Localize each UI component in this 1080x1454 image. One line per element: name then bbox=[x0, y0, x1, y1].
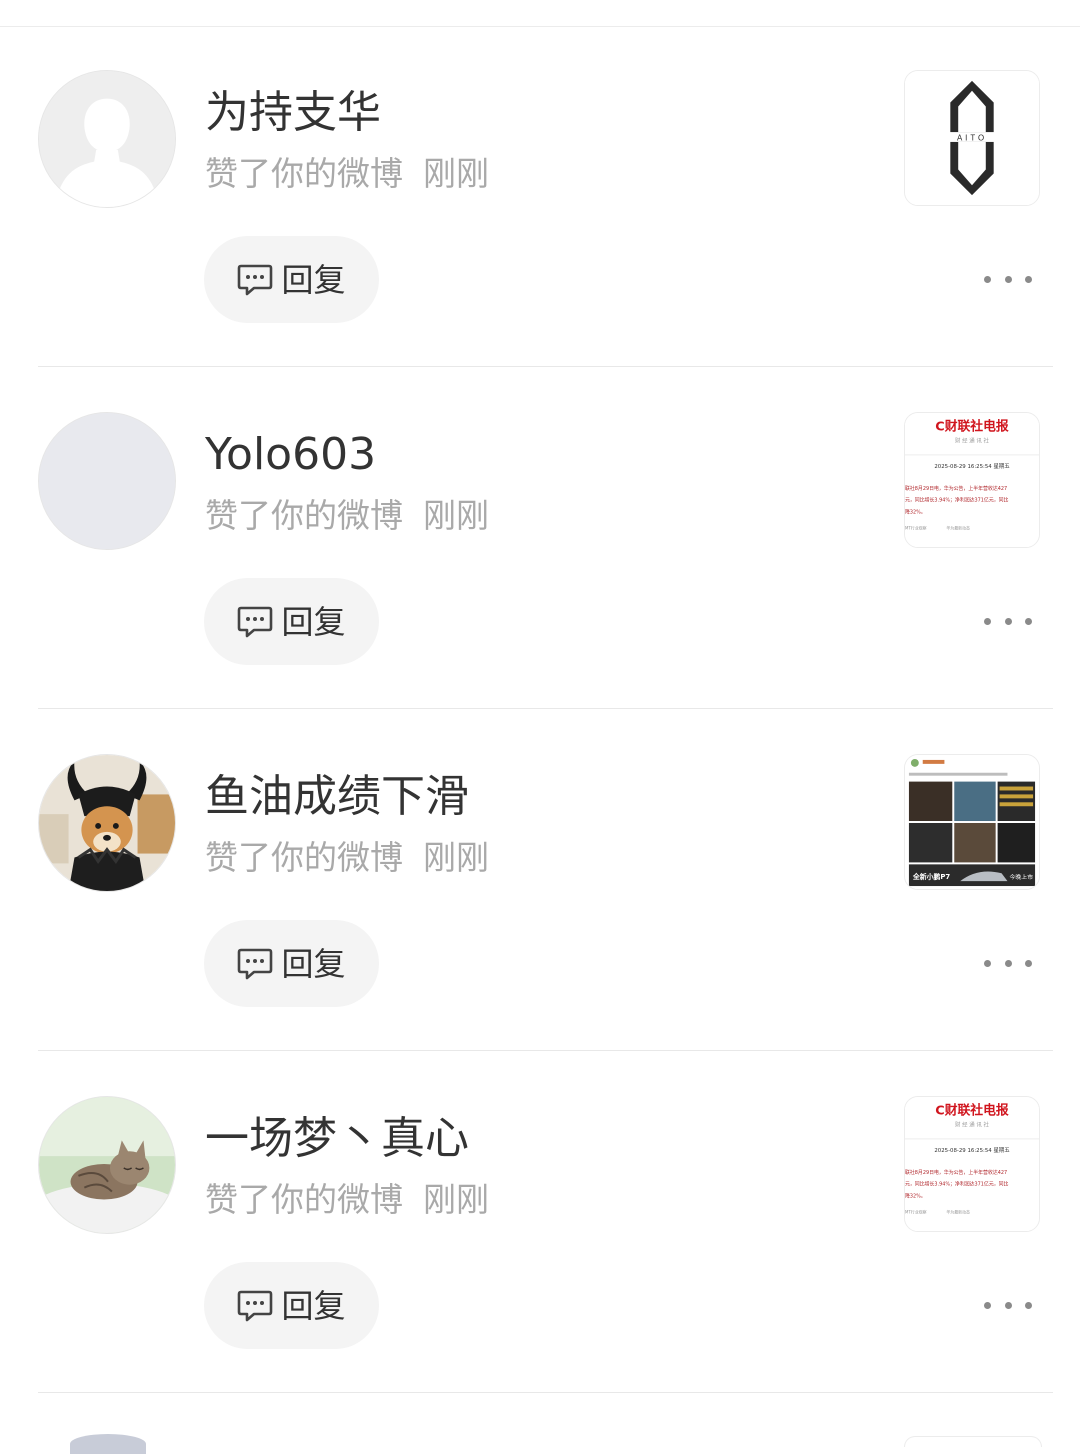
more-dot-icon bbox=[1004, 959, 1012, 967]
more-dot-icon bbox=[984, 1301, 991, 1309]
reply-button[interactable]: 回复 bbox=[204, 236, 379, 323]
username[interactable]: Yolo603 bbox=[205, 428, 376, 482]
more-options-button[interactable] bbox=[984, 948, 1032, 978]
more-dot-icon bbox=[1025, 959, 1032, 967]
default-avatar-icon[interactable] bbox=[38, 70, 176, 208]
reply-button[interactable]: 回复 bbox=[204, 920, 379, 1007]
reply-label: 回复 bbox=[281, 1286, 346, 1325]
username[interactable]: 鱼油成绩下滑 bbox=[205, 770, 469, 824]
comment-icon bbox=[237, 263, 273, 297]
comment-icon bbox=[237, 605, 273, 639]
notification-meta: 赞了你的微博 刚刚 bbox=[205, 494, 489, 538]
more-options-button[interactable] bbox=[984, 1290, 1032, 1320]
news-footer: MT行业观察 bbox=[905, 525, 927, 530]
news-footer: 华为最新动态 bbox=[946, 1209, 970, 1214]
car-caption: 全新小鹏P7 bbox=[912, 872, 951, 881]
post-thumbnail[interactable]: AITO bbox=[904, 70, 1040, 206]
more-dot-icon bbox=[984, 617, 991, 625]
car-caption: 今晚上市 bbox=[1009, 873, 1033, 881]
notification-item[interactable]: Yolo603 赞了你的微博 刚刚 C财联社电报 财 经 通 讯 社 2025-0… bbox=[0, 342, 1080, 709]
timestamp: 刚刚 bbox=[423, 1180, 489, 1219]
post-thumbnail[interactable]: C财联社电报 财 经 通 讯 社 2025-08-29 16:25:54 星期五… bbox=[904, 1096, 1040, 1232]
reply-button[interactable]: 回复 bbox=[204, 578, 379, 665]
action-text: 赞了你的微博 bbox=[205, 838, 403, 877]
timestamp: 刚刚 bbox=[423, 496, 489, 535]
action-text: 赞了你的微博 bbox=[205, 1180, 403, 1219]
notification-item[interactable]: 一场梦丶真心 赞了你的微博 刚刚 C财联社电报 财 经 通 讯 社 2025-08… bbox=[0, 1026, 1080, 1393]
notification-meta: 赞了你的微博 刚刚 bbox=[205, 1178, 489, 1222]
reply-label: 回复 bbox=[281, 260, 346, 299]
news-line: 元，同比增长3.94%；净利润达371亿元，同比 bbox=[905, 1181, 1009, 1188]
news-line: 联社8月29日电，华为公告，上半年营收达427 bbox=[905, 1169, 1007, 1176]
more-dot-icon bbox=[984, 959, 991, 967]
more-options-button[interactable] bbox=[984, 264, 1032, 294]
timestamp: 刚刚 bbox=[423, 154, 489, 193]
more-dot-icon bbox=[1004, 1301, 1012, 1309]
notification-item[interactable]: 为持支华 赞了你的微博 刚刚 AITO 回复 bbox=[0, 0, 1080, 367]
comment-icon bbox=[237, 947, 273, 981]
news-brand: C财联社电报 bbox=[935, 1103, 1009, 1119]
username[interactable]: 一场梦丶真心 bbox=[205, 1112, 469, 1166]
news-subtitle: 财 经 通 讯 社 bbox=[955, 437, 989, 445]
news-line: 元，同比增长3.94%；净利润达371亿元，同比 bbox=[905, 497, 1009, 504]
more-dot-icon bbox=[1025, 617, 1032, 625]
news-line: 联社8月29日电，华为公告，上半年营收达427 bbox=[905, 485, 1007, 492]
more-dot-icon bbox=[984, 275, 991, 283]
comment-icon bbox=[237, 1289, 273, 1323]
action-text: 赞了你的微博 bbox=[205, 154, 403, 193]
news-line: 降32%。 bbox=[905, 509, 926, 516]
reply-button[interactable]: 回复 bbox=[204, 1262, 379, 1349]
reply-label: 回复 bbox=[281, 602, 346, 641]
more-dot-icon bbox=[1025, 1301, 1032, 1309]
more-options-button[interactable] bbox=[984, 606, 1032, 636]
more-dot-icon bbox=[1004, 617, 1012, 625]
news-footer: 华为最新动态 bbox=[946, 525, 970, 530]
news-line: 降32%。 bbox=[905, 1193, 926, 1200]
news-date: 2025-08-29 16:25:54 星期五 bbox=[934, 1147, 1010, 1154]
notification-meta: 赞了你的微博 刚刚 bbox=[205, 836, 489, 880]
reply-label: 回复 bbox=[281, 944, 346, 983]
notification-meta: 赞了你的微博 刚刚 bbox=[205, 152, 489, 196]
more-dot-icon bbox=[1025, 275, 1032, 283]
dog-avatar-icon[interactable] bbox=[38, 754, 176, 892]
username[interactable]: 为持支华 bbox=[205, 86, 381, 140]
post-thumbnail[interactable]: 全新小鹏P7 今晚上市 bbox=[904, 754, 1040, 890]
timestamp: 刚刚 bbox=[423, 838, 489, 877]
next-avatar-partial[interactable] bbox=[70, 1434, 146, 1454]
blank-avatar-icon[interactable] bbox=[38, 412, 176, 550]
news-date: 2025-08-29 16:25:54 星期五 bbox=[934, 463, 1010, 470]
aito-text: AITO bbox=[957, 133, 987, 142]
divider bbox=[38, 1392, 1053, 1393]
news-footer: MT行业观察 bbox=[905, 1209, 927, 1214]
next-thumbnail-partial[interactable] bbox=[904, 1436, 1042, 1447]
action-text: 赞了你的微博 bbox=[205, 496, 403, 535]
notification-item[interactable]: 鱼油成绩下滑 赞了你的微博 刚刚 全新小鹏P7 今晚上市 回复 bbox=[0, 684, 1080, 1051]
more-dot-icon bbox=[1004, 275, 1012, 283]
cat-avatar-icon[interactable] bbox=[38, 1096, 176, 1234]
news-subtitle: 财 经 通 讯 社 bbox=[955, 1121, 989, 1129]
post-thumbnail[interactable]: C财联社电报 财 经 通 讯 社 2025-08-29 16:25:54 星期五… bbox=[904, 412, 1040, 548]
news-brand: C财联社电报 bbox=[935, 419, 1009, 435]
